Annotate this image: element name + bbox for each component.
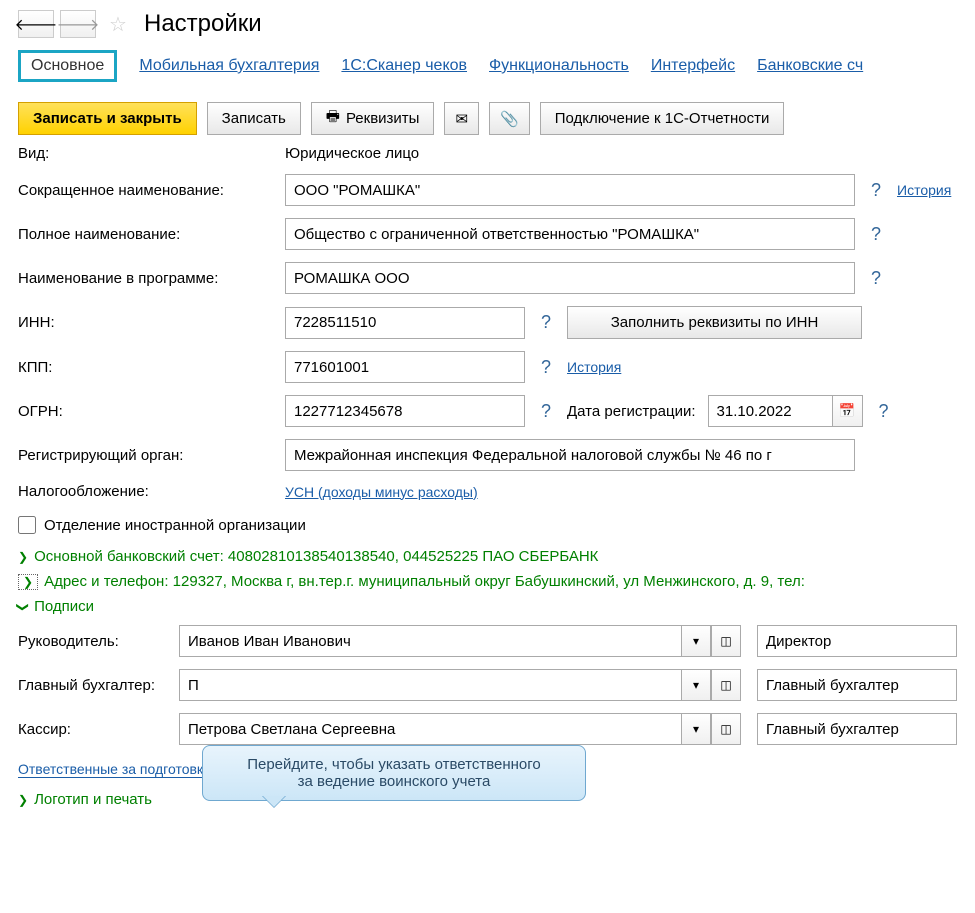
save-close-button[interactable]: Записать и закрыть (18, 102, 197, 135)
cashier-label: Кассир: (18, 721, 171, 738)
help-icon[interactable]: ? (537, 312, 555, 333)
reg-authority-input[interactable] (285, 439, 855, 471)
fill-by-inn-button[interactable]: Заполнить реквизиты по ИНН (567, 306, 862, 339)
page-title: Настройки (144, 10, 262, 38)
chevron-right-icon: ❯ (18, 574, 38, 590)
save-button[interactable]: Записать (207, 102, 301, 135)
email-button[interactable]: ✉ (444, 102, 479, 135)
program-name-input[interactable] (285, 262, 855, 294)
director-name-input[interactable] (179, 625, 681, 657)
signatures-text: Подписи (34, 598, 94, 615)
help-icon[interactable]: ? (875, 401, 893, 422)
chevron-down-icon: ❯ (16, 601, 30, 611)
print-icon: 🖶 (326, 106, 340, 131)
program-name-label: Наименование в программе: (18, 270, 273, 287)
reg-date-label: Дата регистрации: (567, 403, 696, 420)
full-name-input[interactable] (285, 218, 855, 250)
help-icon[interactable]: ? (537, 401, 555, 422)
short-name-input[interactable] (285, 174, 855, 206)
chevron-down-icon: ▾ (693, 722, 699, 736)
accountant-name-input[interactable] (179, 669, 681, 701)
accountant-label: Главный бухгалтер: (18, 677, 171, 694)
calendar-button[interactable]: 📅 (833, 395, 863, 427)
bank-account-section[interactable]: ❯ Основной банковский счет: 408028101385… (0, 544, 975, 569)
connect-reporting-button[interactable]: Подключение к 1С-Отчетности (540, 102, 785, 135)
open-button[interactable]: ◫ (711, 669, 741, 701)
full-name-label: Полное наименование: (18, 226, 273, 243)
open-icon: ◫ (720, 634, 731, 648)
open-button[interactable]: ◫ (711, 625, 741, 657)
foreign-branch-label: Отделение иностранной организации (44, 517, 306, 534)
taxation-label: Налогообложение: (18, 483, 273, 500)
dropdown-button[interactable]: ▾ (681, 625, 711, 657)
cashier-name-input[interactable] (179, 713, 681, 745)
nav-forward-button[interactable]: 🡒 (60, 10, 96, 38)
kpp-input[interactable] (285, 351, 525, 383)
kpp-history-link[interactable]: История (567, 359, 621, 375)
tab-scanner[interactable]: 1С:Сканер чеков (341, 57, 467, 75)
chevron-right-icon: ❯ (18, 550, 28, 564)
requisites-button[interactable]: 🖶 Реквизиты (311, 102, 435, 135)
tab-functionality[interactable]: Функциональность (489, 57, 629, 75)
cashier-role-input[interactable] (757, 713, 957, 745)
reg-date-input[interactable] (708, 395, 833, 427)
bank-account-text: Основной банковский счет: 40802810138540… (34, 548, 598, 565)
help-icon[interactable]: ? (867, 268, 885, 289)
director-role-input[interactable] (757, 625, 957, 657)
help-icon[interactable]: ? (537, 357, 555, 378)
tab-main[interactable]: Основное (18, 50, 117, 82)
tooltip-line1: Перейдите, чтобы указать ответственного (219, 756, 569, 773)
accountant-role-input[interactable] (757, 669, 957, 701)
logo-stamp-text: Логотип и печать (34, 791, 152, 808)
tab-bank[interactable]: Банковские сч (757, 57, 863, 75)
taxation-link[interactable]: УСН (доходы минус расходы) (285, 484, 478, 500)
nav-back-button[interactable]: 🡐 (18, 10, 54, 38)
foreign-branch-checkbox[interactable] (18, 516, 36, 534)
favorite-icon[interactable]: ☆ (106, 12, 130, 36)
email-icon: ✉ (455, 110, 468, 128)
address-text: Адрес и телефон: 129327, Москва г, вн.те… (44, 573, 805, 590)
tooltip-line2: за ведение воинского учета (219, 773, 569, 790)
inn-input[interactable] (285, 307, 525, 339)
kpp-label: КПП: (18, 359, 273, 376)
chevron-down-icon: ▾ (693, 678, 699, 692)
help-icon[interactable]: ? (867, 180, 885, 201)
paperclip-icon: 📎 (500, 110, 519, 128)
calendar-icon: 📅 (839, 403, 856, 419)
dropdown-button[interactable]: ▾ (681, 669, 711, 701)
open-icon: ◫ (720, 722, 731, 736)
open-button[interactable]: ◫ (711, 713, 741, 745)
help-icon[interactable]: ? (867, 224, 885, 245)
address-section[interactable]: ❯ Адрес и телефон: 129327, Москва г, вн.… (0, 569, 975, 594)
dropdown-button[interactable]: ▾ (681, 713, 711, 745)
signatures-section[interactable]: ❯ Подписи (0, 594, 975, 619)
director-label: Руководитель: (18, 633, 171, 650)
tooltip: Перейдите, чтобы указать ответственного … (202, 745, 586, 801)
reg-authority-label: Регистрирующий орган: (18, 447, 273, 464)
attach-button[interactable]: 📎 (489, 102, 530, 135)
chevron-right-icon: ❯ (18, 793, 28, 807)
ogrn-input[interactable] (285, 395, 525, 427)
inn-label: ИНН: (18, 314, 273, 331)
tab-mobile[interactable]: Мобильная бухгалтерия (139, 57, 319, 75)
type-label: Вид: (18, 145, 273, 162)
tab-interface[interactable]: Интерфейс (651, 57, 735, 75)
chevron-down-icon: ▾ (693, 634, 699, 648)
type-value: Юридическое лицо (285, 145, 419, 162)
open-icon: ◫ (720, 678, 731, 692)
ogrn-label: ОГРН: (18, 403, 273, 420)
history-link[interactable]: История (897, 182, 951, 198)
short-name-label: Сокращенное наименование: (18, 182, 273, 199)
